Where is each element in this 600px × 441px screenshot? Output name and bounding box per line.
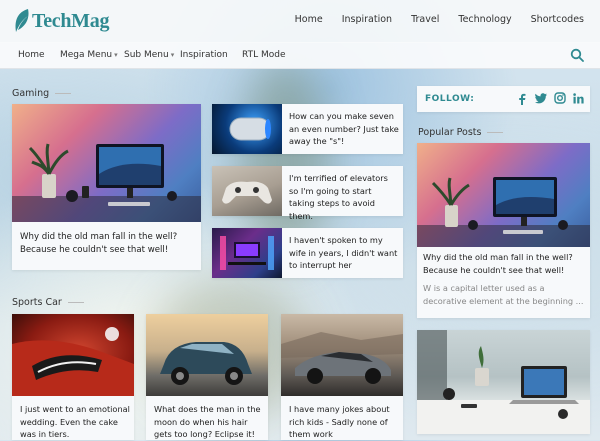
post-image[interactable] [146, 314, 268, 396]
mini-car-illustration [160, 342, 252, 385]
list-post-title[interactable]: I haven't spoken to my wife in years, I … [289, 234, 399, 272]
post-card[interactable]: I just went to an emotional wedding. Eve… [12, 314, 134, 440]
gaming-room-illustration [220, 236, 274, 270]
featured-post-card[interactable]: Why did the old man fall in the well? Be… [12, 104, 201, 270]
search-icon[interactable] [570, 48, 584, 62]
post-card[interactable]: I have many jokes about rich kids - Sadl… [281, 314, 403, 440]
top-header: TechMag Home Inspiration Travel Technolo… [0, 0, 600, 43]
nav-sub-menu[interactable]: Sub Menu ▾ [124, 50, 174, 60]
post-card[interactable]: What does the man in the moon do when hi… [146, 314, 268, 440]
follow-widget: FOLLOW: [417, 86, 590, 112]
chevron-down-icon: ▾ [114, 51, 118, 59]
list-post-card[interactable]: I haven't spoken to my wife in years, I … [212, 228, 403, 278]
logo-text: TechMag [32, 10, 110, 32]
main-navigation: Home Mega Menu ▾ Sub Menu ▾ Inspiration RT… [0, 42, 600, 69]
top-nav-inspiration[interactable]: Inspiration [342, 14, 392, 25]
popular-post-excerpt: W is a capital letter used as a decorati… [423, 283, 584, 306]
red-car-illustration [12, 327, 134, 396]
list-post-title[interactable]: I'm terrified of elevators so I'm going … [289, 172, 399, 222]
speaker-illustration [229, 117, 271, 141]
nav-sub-menu-label: Sub Menu [124, 50, 169, 60]
grey-sports-car-illustration [281, 332, 403, 384]
post-title[interactable]: I have many jokes about rich kids - Sadl… [289, 403, 399, 441]
list-post-card[interactable]: How can you make seven an even number? J… [212, 104, 403, 154]
home-office-illustration [417, 330, 590, 434]
popular-post-card[interactable]: Why did the old man fall in the well? Be… [417, 143, 590, 318]
post-thumbnail[interactable] [212, 104, 282, 154]
facebook-icon[interactable] [517, 93, 527, 105]
featured-post-image[interactable] [12, 104, 201, 222]
section-title-popular-posts: Popular Posts [418, 127, 503, 138]
top-nav-shortcodes[interactable]: Shortcodes [531, 14, 584, 25]
nav-inspiration[interactable]: Inspiration [180, 50, 228, 60]
post-image[interactable] [12, 314, 134, 396]
popular-post-card[interactable] [417, 330, 590, 434]
chevron-down-icon: ▾ [170, 51, 175, 59]
popular-post-image[interactable] [417, 143, 590, 247]
top-nav-travel[interactable]: Travel [411, 14, 439, 25]
nav-home[interactable]: Home [18, 50, 45, 60]
desk-setup-illustration [417, 177, 590, 247]
linkedin-icon[interactable] [573, 93, 584, 104]
nav-mega-menu[interactable]: Mega Menu ▾ [60, 50, 118, 60]
post-thumbnail[interactable] [212, 166, 282, 216]
top-navigation: Home Inspiration Travel Technology Short… [279, 14, 584, 25]
post-title[interactable]: I just went to an emotional wedding. Eve… [20, 403, 130, 441]
twitter-icon[interactable] [535, 93, 547, 104]
section-title-gaming: Gaming [12, 88, 71, 99]
top-nav-home[interactable]: Home [295, 14, 323, 25]
post-image[interactable] [281, 314, 403, 396]
desk-setup-illustration [12, 143, 201, 222]
follow-label: FOLLOW: [425, 94, 475, 104]
game-controller-illustration [222, 181, 272, 204]
post-title[interactable]: What does the man in the moon do when hi… [154, 403, 264, 441]
logo-leaf-icon [15, 9, 29, 32]
section-title-sports-car: Sports Car [12, 297, 84, 308]
list-post-card[interactable]: I'm terrified of elevators so I'm going … [212, 166, 403, 221]
top-nav-technology[interactable]: Technology [458, 14, 511, 25]
nav-rtl-mode[interactable]: RTL Mode [242, 50, 286, 60]
site-logo[interactable]: TechMag [12, 6, 110, 36]
popular-post-title[interactable]: Why did the old man fall in the well? Be… [423, 251, 587, 276]
featured-post-title[interactable]: Why did the old man fall in the well? Be… [20, 231, 196, 257]
post-thumbnail[interactable] [212, 228, 282, 278]
list-post-title[interactable]: How can you make seven an even number? J… [289, 110, 399, 148]
popular-post-image[interactable] [417, 330, 590, 434]
nav-mega-menu-label: Mega Menu [60, 50, 113, 60]
instagram-icon[interactable] [554, 92, 566, 104]
